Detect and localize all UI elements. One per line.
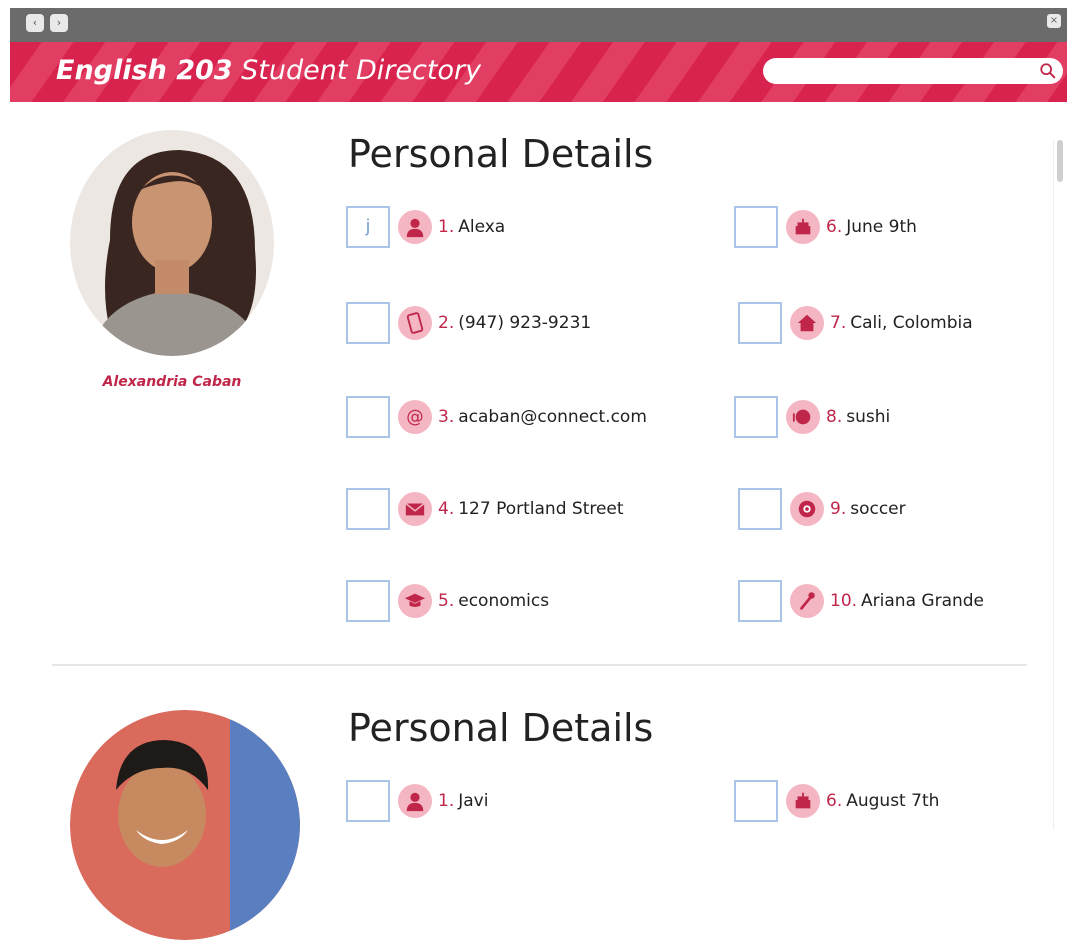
- at-icon: @: [398, 400, 432, 434]
- detail-number: 10.: [830, 591, 858, 611]
- detail-row: 7. Cali, Colombia: [738, 300, 973, 346]
- answer-checkbox[interactable]: [738, 302, 782, 344]
- person-icon: [398, 784, 432, 818]
- detail-number: 6.: [826, 217, 843, 237]
- answer-checkbox[interactable]: [346, 580, 390, 622]
- detail-value: Ariana Grande: [861, 591, 985, 611]
- answer-checkbox[interactable]: [734, 396, 778, 438]
- answer-checkbox[interactable]: [346, 302, 390, 344]
- detail-value: economics: [458, 591, 550, 611]
- student-photo-alexandria: [70, 130, 274, 356]
- birthday-cake-icon: [786, 784, 820, 818]
- detail-value: 127 Portland Street: [458, 499, 624, 519]
- detail-number: 4.: [438, 499, 455, 519]
- detail-row: j 1. Alexa: [346, 204, 505, 250]
- page-title: English 203 Student Directory: [56, 55, 481, 86]
- detail-row: 6. August 7th: [734, 778, 939, 824]
- svg-text:@: @: [406, 408, 423, 428]
- scrollbar-thumb[interactable]: [1057, 140, 1063, 182]
- forward-button[interactable]: ›: [50, 14, 68, 32]
- detail-number: 6.: [826, 791, 843, 811]
- detail-value: soccer: [850, 499, 906, 519]
- detail-row: 8. sushi: [734, 394, 890, 440]
- detail-number: 2.: [438, 313, 455, 333]
- student-divider: [52, 664, 1027, 666]
- detail-row: 1. Javi: [346, 778, 488, 824]
- detail-number: 1.: [438, 791, 455, 811]
- detail-value: (947) 923-9231: [458, 313, 592, 333]
- detail-row: 5. economics: [346, 578, 549, 624]
- answer-checkbox[interactable]: [346, 488, 390, 530]
- graduation-cap-icon: [398, 584, 432, 618]
- close-button[interactable]: ×: [1047, 14, 1061, 28]
- detail-row: 6. June 9th: [734, 204, 917, 250]
- directory-label: Student Directory: [232, 55, 482, 86]
- answer-checkbox[interactable]: j: [346, 206, 390, 248]
- window-titlebar: ‹ › ×: [10, 8, 1067, 42]
- search-input[interactable]: [763, 58, 1063, 84]
- student-name: Alexandria Caban: [102, 374, 242, 390]
- detail-value: August 7th: [846, 791, 940, 811]
- answer-checkbox[interactable]: [738, 488, 782, 530]
- detail-number: 5.: [438, 591, 455, 611]
- answer-checkbox[interactable]: [734, 206, 778, 248]
- answer-checkbox[interactable]: [738, 580, 782, 622]
- detail-number: 1.: [438, 217, 455, 237]
- detail-row: @ 3. acaban@connect.com: [346, 394, 647, 440]
- directory-content: Alexandria Caban Personal Details j 1. A…: [10, 102, 1067, 940]
- scrollbar[interactable]: [1053, 140, 1066, 830]
- detail-value: acaban@connect.com: [458, 407, 647, 427]
- detail-row: 4. 127 Portland Street: [346, 486, 624, 532]
- home-icon: [790, 306, 824, 340]
- back-button[interactable]: ‹: [26, 14, 44, 32]
- answer-checkbox[interactable]: [346, 396, 390, 438]
- detail-row: 2. (947) 923-9231: [346, 300, 591, 346]
- section-title: Personal Details: [348, 132, 654, 176]
- envelope-icon: [398, 492, 432, 526]
- detail-value: Cali, Colombia: [850, 313, 973, 333]
- detail-value: June 9th: [846, 217, 917, 237]
- phone-icon: [398, 306, 432, 340]
- section-title: Personal Details: [348, 706, 654, 750]
- detail-value: sushi: [846, 407, 891, 427]
- soccer-ball-icon: [790, 492, 824, 526]
- app-header: English 203 Student Directory: [10, 42, 1067, 102]
- food-icon: [786, 400, 820, 434]
- answer-checkbox[interactable]: [734, 780, 778, 822]
- detail-row: 9. soccer: [738, 486, 906, 532]
- detail-number: 9.: [830, 499, 847, 519]
- detail-value: Javi: [458, 791, 489, 811]
- course-name: English 203: [56, 55, 233, 86]
- detail-value: Alexa: [458, 217, 506, 237]
- answer-checkbox[interactable]: [346, 780, 390, 822]
- detail-row: 10. Ariana Grande: [738, 578, 984, 624]
- birthday-cake-icon: [786, 210, 820, 244]
- detail-number: 7.: [830, 313, 847, 333]
- search-icon[interactable]: [1039, 62, 1057, 80]
- detail-number: 8.: [826, 407, 843, 427]
- student-photo-javi: [70, 710, 300, 940]
- detail-number: 3.: [438, 407, 455, 427]
- microphone-icon: [790, 584, 824, 618]
- person-icon: [398, 210, 432, 244]
